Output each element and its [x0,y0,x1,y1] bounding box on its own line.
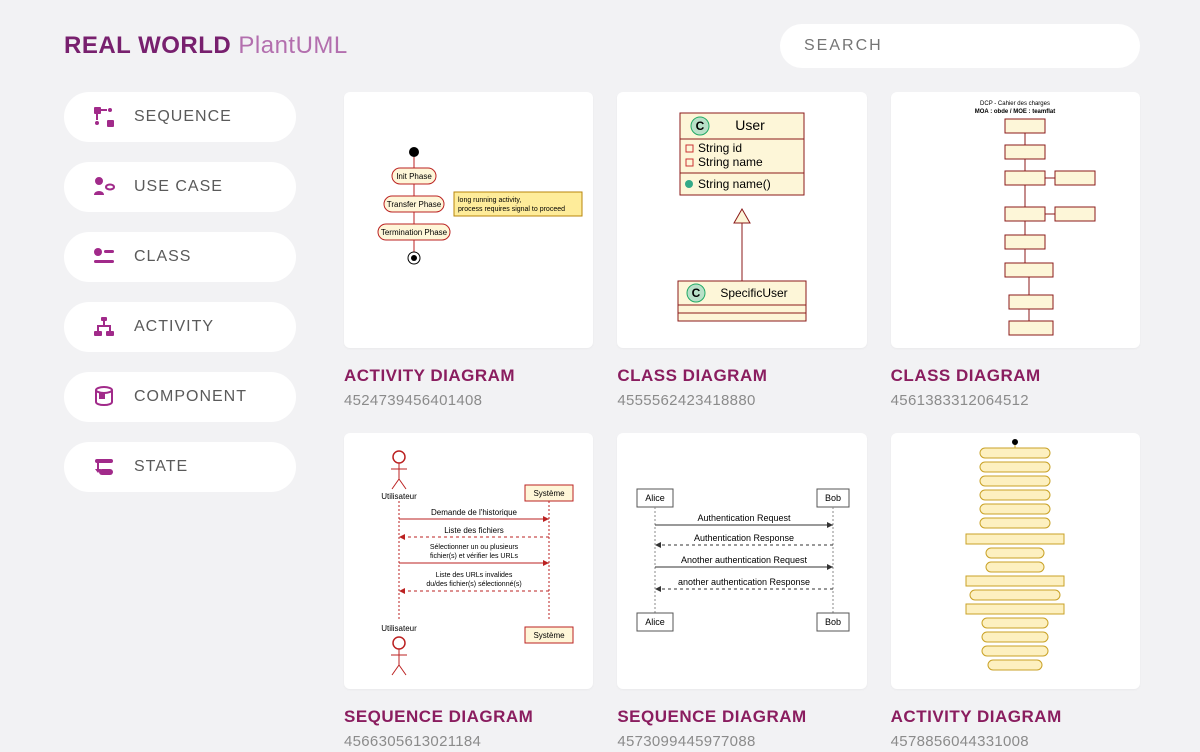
card-title: ACTIVITY DIAGRAM [344,366,593,386]
results-grid: Init Phase Transfer Phase long running a… [344,92,1140,750]
svg-text:Alice: Alice [645,493,665,503]
sidebar-item-label: COMPONENT [134,388,247,406]
result-card[interactable]: DCP - Cahier des charges MOA : obde / MO… [891,92,1140,409]
svg-text:Sélectionner un ou plusieurs: Sélectionner un ou plusieurs [429,544,518,551]
header: REAL WORLD PlantUML [0,0,1200,68]
svg-text:another authentication Respons: another authentication Response [678,577,810,587]
svg-text:DCP - Cahier des charges: DCP - Cahier des charges [980,101,1050,107]
svg-text:Utilisateur: Utilisateur [381,492,417,501]
svg-text:process requires signal to pro: process requires signal to proceed [458,206,565,213]
diagram-thumbnail: Init Phase Transfer Phase long running a… [344,92,593,348]
logo[interactable]: REAL WORLD PlantUML [64,32,348,60]
sidebar: SEQUENCE USE CASE CLASS ACTIVITY COMPONE… [64,92,296,750]
sidebar-item-label: USE CASE [134,178,223,196]
result-card[interactable]: Init Phase Transfer Phase long running a… [344,92,593,409]
card-title: SEQUENCE DIAGRAM [617,707,866,727]
activity-icon [92,315,116,339]
sidebar-item-sequence[interactable]: SEQUENCE [64,92,296,142]
card-title: SEQUENCE DIAGRAM [344,707,593,727]
svg-text:String id: String id [698,141,742,155]
svg-text:String name: String name [698,155,763,169]
svg-text:C: C [692,286,701,300]
svg-text:Bob: Bob [825,617,841,627]
svg-text:String name(): String name() [698,177,771,191]
sidebar-item-class[interactable]: CLASS [64,232,296,282]
usecase-icon [92,175,116,199]
logo-bold: REAL WORLD [64,32,231,59]
card-subtitle: 4573099445977088 [617,733,866,750]
card-subtitle: 4578856044331008 [891,733,1140,750]
diagram-thumbnail: Alice Bob Authentication Request Authent… [617,433,866,689]
svg-text:du/des fichier(s) sélectionné(: du/des fichier(s) sélectionné(s) [426,581,521,588]
svg-text:Init Phase: Init Phase [396,172,432,181]
result-card[interactable]: ACTIVITY DIAGRAM 4578856044331008 [891,433,1140,750]
svg-text:User: User [735,117,765,133]
main: SEQUENCE USE CASE CLASS ACTIVITY COMPONE… [0,68,1200,750]
svg-text:Système: Système [533,631,565,640]
svg-text:fichier(s) et vérifier les URL: fichier(s) et vérifier les URLs [430,553,518,560]
svg-text:Liste des URLs invalides: Liste des URLs invalides [435,572,512,579]
card-subtitle: 4555562423418880 [617,392,866,409]
sidebar-item-label: STATE [134,458,188,476]
result-card[interactable]: Alice Bob Authentication Request Authent… [617,433,866,750]
svg-text:Utilisateur: Utilisateur [381,624,417,633]
sidebar-item-activity[interactable]: ACTIVITY [64,302,296,352]
sidebar-item-component[interactable]: COMPONENT [64,372,296,422]
result-card[interactable]: C User String id String name String name… [617,92,866,409]
search-box[interactable] [780,24,1140,68]
svg-text:SpecificUser: SpecificUser [720,286,787,300]
svg-text:Termination Phase: Termination Phase [381,228,448,237]
svg-text:Authentication Request: Authentication Request [697,513,791,523]
card-subtitle: 4524739456401408 [344,392,593,409]
sidebar-item-label: ACTIVITY [134,318,214,336]
card-title: CLASS DIAGRAM [891,366,1140,386]
sidebar-item-label: SEQUENCE [134,108,232,126]
svg-text:Liste des fichiers: Liste des fichiers [444,526,504,535]
svg-text:Alice: Alice [645,617,665,627]
component-icon [92,385,116,409]
svg-text:C: C [696,119,705,133]
card-subtitle: 4566305613021184 [344,733,593,750]
class-icon [92,245,116,269]
card-subtitle: 4561383312064512 [891,392,1140,409]
sidebar-item-state[interactable]: STATE [64,442,296,492]
diagram-thumbnail: Utilisateur Système Demande de l'histori… [344,433,593,689]
state-icon [92,455,116,479]
diagram-thumbnail [891,433,1140,689]
sidebar-item-label: CLASS [134,248,191,266]
svg-text:MOA : obde / MOE : teamflat: MOA : obde / MOE : teamflat [975,109,1055,115]
result-card[interactable]: Utilisateur Système Demande de l'histori… [344,433,593,750]
sidebar-item-usecase[interactable]: USE CASE [64,162,296,212]
svg-text:long running activity,: long running activity, [458,197,521,204]
svg-text:Bob: Bob [825,493,841,503]
svg-text:Demande de l'historique: Demande de l'historique [431,508,518,517]
diagram-thumbnail: DCP - Cahier des charges MOA : obde / MO… [891,92,1140,348]
svg-text:Transfer Phase: Transfer Phase [386,200,441,209]
svg-text:Système: Système [533,489,565,498]
logo-light: PlantUML [238,32,347,59]
search-input[interactable] [804,37,1116,55]
svg-text:Authentication Response: Authentication Response [694,533,794,543]
sequence-icon [92,105,116,129]
card-title: ACTIVITY DIAGRAM [891,707,1140,727]
card-title: CLASS DIAGRAM [617,366,866,386]
diagram-thumbnail: C User String id String name String name… [617,92,866,348]
svg-text:Another authentication Request: Another authentication Request [681,555,808,565]
